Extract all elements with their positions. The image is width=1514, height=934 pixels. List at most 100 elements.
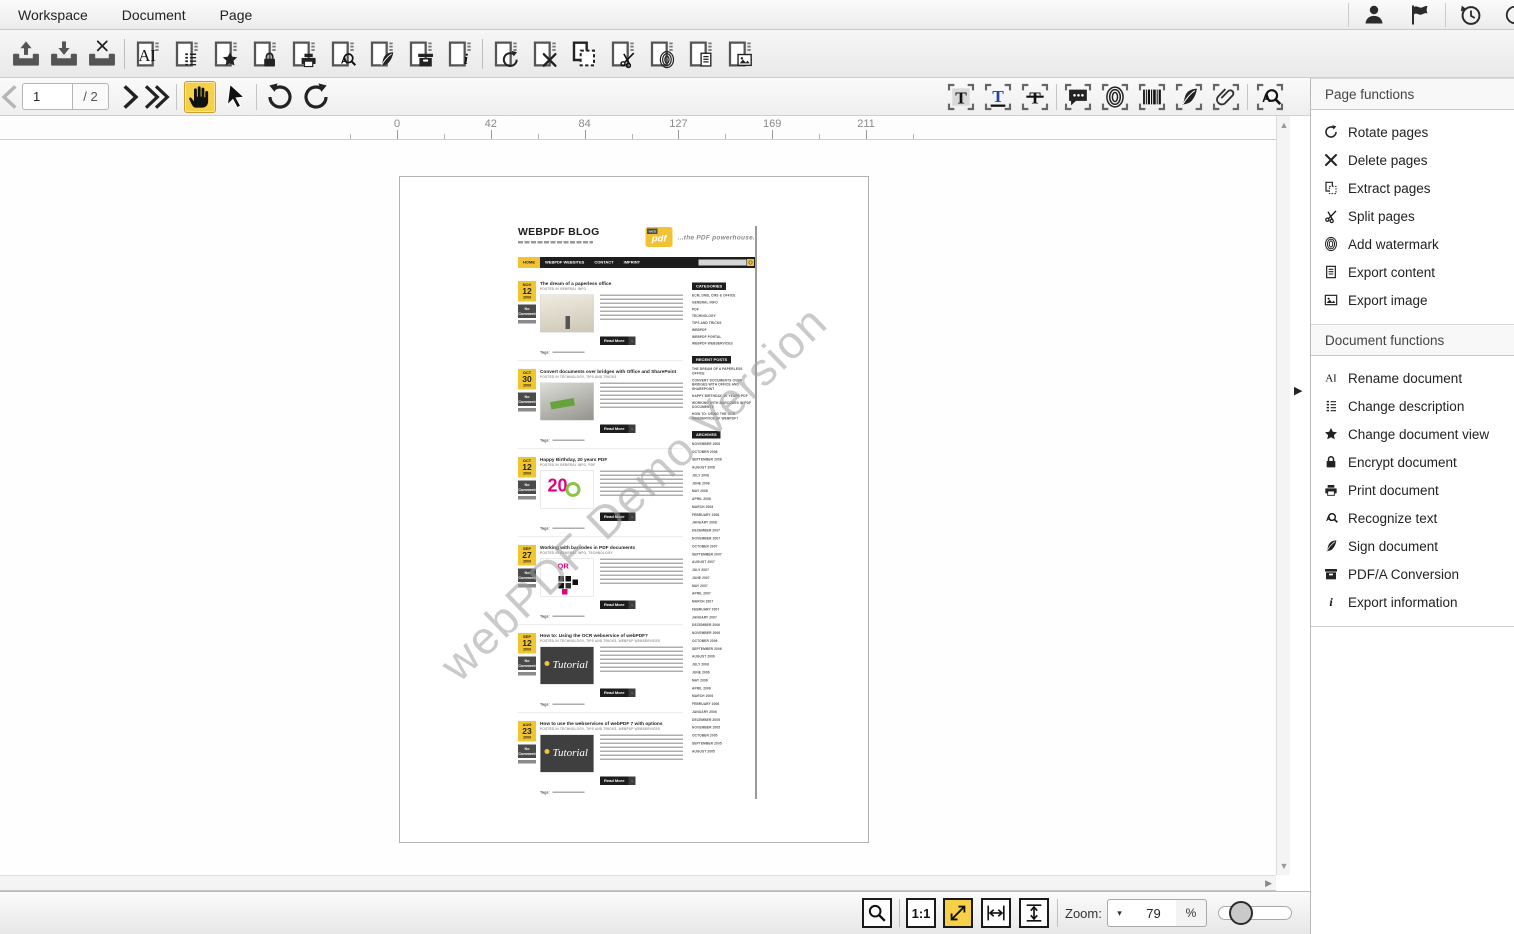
last-page-button[interactable] — [140, 81, 172, 113]
divider — [176, 84, 177, 110]
rotate-pages-icon[interactable] — [490, 38, 522, 70]
underline-text-tool-icon[interactable]: T — [982, 81, 1014, 113]
panel-item[interactable]: Change description — [1311, 392, 1514, 420]
category-item: PDF — [692, 308, 756, 312]
change-document-view-icon[interactable] — [210, 38, 242, 70]
panel-collapse-handle[interactable]: ▶ — [1294, 384, 1302, 397]
fit-height-button[interactable] — [1019, 898, 1049, 928]
scroll-right-arrow[interactable]: ▶ — [1265, 878, 1272, 889]
panel-item[interactable]: Rename document — [1311, 364, 1514, 392]
fit-page-button[interactable] — [943, 898, 973, 928]
scroll-up-arrow[interactable]: ▲ — [1277, 120, 1291, 130]
panel-item[interactable]: Add watermark — [1311, 230, 1514, 258]
blog-nav-item: CONTACT — [589, 257, 618, 268]
recognize-text-icon[interactable] — [327, 38, 359, 70]
menu-item[interactable]: Workspace — [18, 7, 88, 23]
watermark-tool-icon[interactable] — [1099, 81, 1131, 113]
post-excerpt-placeholder — [600, 559, 683, 586]
zoom-slider-knob[interactable] — [1229, 901, 1253, 925]
divider — [1056, 84, 1057, 110]
archive-item: JUNE 2008 — [692, 482, 756, 486]
hand-tool-button[interactable] — [184, 81, 216, 113]
flag-icon[interactable] — [1407, 3, 1433, 27]
functions-panel: Page functions Rotate pages Delete pages… — [1310, 78, 1514, 934]
category-item: GENERAL INFO — [692, 301, 756, 305]
download-icon[interactable] — [48, 38, 80, 70]
export-image-icon[interactable] — [724, 38, 756, 70]
panel-item[interactable]: PDF/A Conversion — [1311, 560, 1514, 588]
vertical-scrollbar[interactable]: ▲ ▼ — [1276, 116, 1290, 875]
post-title: How to: Using the OCR webservice of webP… — [540, 633, 683, 639]
panel-item[interactable]: Change document view — [1311, 420, 1514, 448]
archive-item: DECEMBER 2007 — [692, 529, 756, 533]
panel-item[interactable]: Export information — [1311, 588, 1514, 616]
fit-width-button[interactable] — [981, 898, 1011, 928]
blog-post: SEP 12 2009 No Comment — [518, 625, 683, 713]
archive-item: DECEMBER 2005 — [692, 718, 756, 722]
zoom-slider[interactable] — [1218, 906, 1292, 920]
page-content-preview: WEBPDF BLOG web pdf ...the PDF powerhous… — [518, 226, 757, 799]
document-page[interactable]: WEBPDF BLOG web pdf ...the PDF powerhous… — [399, 176, 869, 843]
panel-item[interactable]: Rotate pages — [1311, 118, 1514, 146]
select-tool-button[interactable] — [220, 81, 252, 113]
blog-nav-item: WEBPDF WEBSITES — [540, 257, 589, 268]
print-document-icon[interactable] — [288, 38, 320, 70]
rotate-cw-button[interactable] — [300, 81, 332, 113]
divider — [256, 84, 257, 110]
split-pages-icon[interactable] — [607, 38, 639, 70]
main-toolbar — [0, 30, 1514, 78]
history-icon[interactable] — [1458, 3, 1484, 27]
panel-item[interactable]: Recognize text — [1311, 504, 1514, 532]
actual-size-button[interactable]: 1:1 — [906, 898, 936, 928]
panel-item[interactable]: Split pages — [1311, 202, 1514, 230]
pdfa-conversion-icon[interactable] — [405, 38, 437, 70]
panel-item[interactable]: Export content — [1311, 258, 1514, 286]
document-canvas[interactable]: WEBPDF BLOG web pdf ...the PDF powerhous… — [0, 140, 1276, 875]
text-tool-icon[interactable]: T — [945, 81, 977, 113]
barcode-tool-icon[interactable] — [1136, 81, 1168, 113]
read-more-button: Read More › — [600, 689, 635, 698]
no-comment-badge: No Comment — [518, 568, 536, 582]
panel-item[interactable]: Export image — [1311, 286, 1514, 314]
signature-tool-icon[interactable] — [1173, 81, 1205, 113]
horizontal-scrollbar[interactable]: ▶ — [0, 875, 1276, 891]
zoom-value-input[interactable] — [1131, 899, 1177, 927]
delete-pages-icon[interactable] — [529, 38, 561, 70]
zoom-tool-button[interactable] — [862, 898, 892, 928]
rename-document-icon[interactable] — [132, 38, 164, 70]
strikeout-text-tool-icon[interactable]: T — [1019, 81, 1051, 113]
menu-item[interactable]: Page — [220, 7, 253, 23]
attachment-tool-icon[interactable] — [1210, 81, 1242, 113]
partially-visible-icon[interactable] — [1504, 4, 1514, 26]
category-item: TECHNOLOGY — [692, 315, 756, 319]
read-more-button: Read More › — [600, 777, 635, 786]
post-date-badge: SEP 27 2009 — [518, 545, 536, 565]
export-content-icon[interactable] — [685, 38, 717, 70]
extract-pages-icon[interactable] — [568, 38, 600, 70]
add-watermark-icon[interactable] — [646, 38, 678, 70]
panel-item[interactable]: Extract pages — [1311, 174, 1514, 202]
post-meta: POSTED IN TECHNOLOGY, TIPS AND TRICKS — [540, 376, 683, 380]
menu-item[interactable]: Document — [122, 7, 186, 23]
discard-icon[interactable] — [86, 38, 118, 70]
panel-item[interactable]: Delete pages — [1311, 146, 1514, 174]
scroll-down-arrow[interactable]: ▼ — [1277, 861, 1291, 871]
document-workspace: 04284127169211 WEBPDF BLOG web pdf — [0, 116, 1290, 891]
upload-icon[interactable] — [10, 38, 42, 70]
panel-item[interactable]: Print document — [1311, 476, 1514, 504]
page-number-input[interactable] — [22, 83, 72, 110]
change-description-icon[interactable] — [171, 38, 203, 70]
comment-tool-icon[interactable] — [1062, 81, 1094, 113]
encrypt-document-icon[interactable] — [249, 38, 281, 70]
panel-item[interactable]: Encrypt document — [1311, 448, 1514, 476]
blog-search-button — [747, 259, 754, 266]
sign-document-icon[interactable] — [366, 38, 398, 70]
export-information-icon[interactable] — [444, 38, 476, 70]
ocr-tool-icon[interactable] — [1254, 81, 1286, 113]
user-icon[interactable] — [1361, 3, 1387, 27]
panel-item[interactable]: Sign document — [1311, 532, 1514, 560]
post-title: Happy Birthday, 20 years PDF — [540, 457, 683, 463]
zoom-dropdown-button[interactable]: ▾ — [1107, 899, 1132, 927]
post-tags: Tags: — [540, 345, 683, 355]
rotate-ccw-button[interactable] — [264, 81, 296, 113]
